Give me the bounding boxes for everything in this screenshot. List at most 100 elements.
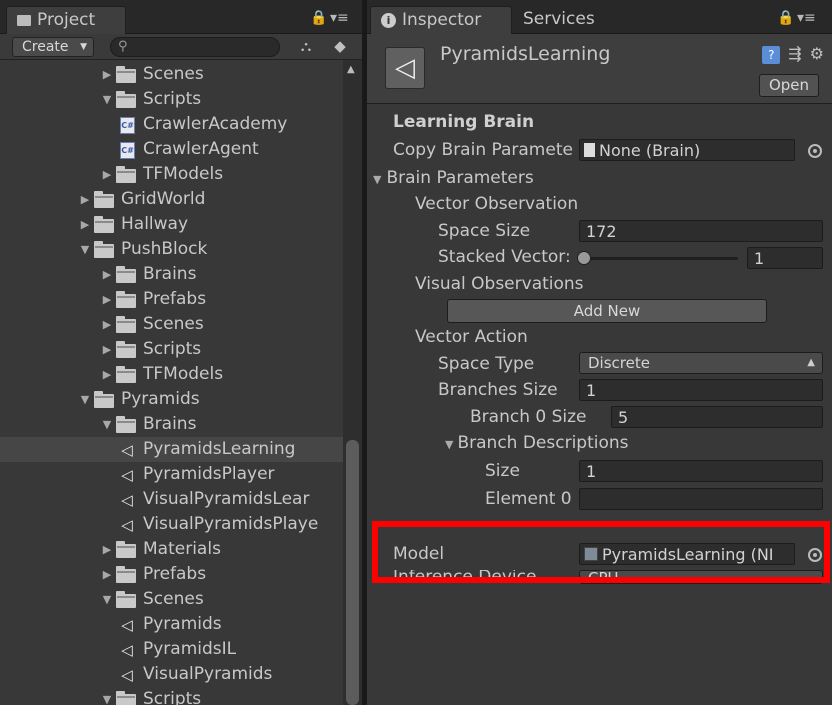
tree-folder[interactable]: ▼ Scripts [0,687,343,705]
panel-menu-icon[interactable]: ▾≡ [797,10,816,26]
stacked-vectors-slider-knob[interactable] [577,251,591,265]
foldout-open-icon[interactable]: ▼ [78,387,92,412]
unity-asset-icon: ◁ [121,441,133,459]
tree-folder[interactable]: ▼ Brains [0,412,343,437]
folder-icon [17,14,31,26]
gear-icon[interactable]: ⚙ [810,44,824,63]
foldout-closed-icon[interactable]: ▶ [100,337,114,362]
project-scrollbar[interactable]: ▲ [343,60,362,705]
folder-icon [116,366,136,383]
foldout-closed-icon[interactable]: ▶ [100,162,114,187]
folder-icon [94,241,114,258]
lock-icon[interactable]: 🔒 [310,10,327,26]
folder-icon [116,691,136,705]
tree-item-label: PyramidsLearning [143,439,296,459]
preset-icon[interactable]: ⇶ [788,44,801,63]
foldout-open-icon[interactable]: ▼ [100,687,114,705]
unity-asset-icon: ◁ [121,666,133,684]
branch-descriptions-foldout[interactable]: ▼ Branch Descriptions [445,431,629,456]
foldout-closed-icon[interactable]: ▶ [100,262,114,287]
foldout-closed-icon[interactable]: ▶ [78,212,92,237]
open-button[interactable]: Open [759,74,819,97]
tree-folder[interactable]: ▶ Materials [0,537,343,562]
foldout-closed-icon[interactable]: ▶ [100,562,114,587]
info-icon: i [381,12,396,28]
foldout-open-icon[interactable]: ▼ [100,412,114,437]
foldout-closed-icon[interactable]: ▶ [100,62,114,87]
lock-icon[interactable]: 🔒 [777,10,794,26]
panel-menu-icon[interactable]: ▾≡ [330,10,349,26]
foldout-closed-icon[interactable]: ▶ [78,187,92,212]
project-tabbar: Project 🔒 ▾≡ [0,0,362,34]
filter-by-label-icon[interactable]: ◆ [330,37,350,57]
brain-parameters-foldout[interactable]: ▼ Brain Parameters [373,166,534,191]
tab-services[interactable]: Services [513,6,605,34]
folder-icon [116,316,136,333]
tree-folder[interactable]: ▶ TFModels [0,362,343,387]
tree-folder[interactable]: ▼ Scripts [0,87,343,112]
tree-folder[interactable]: ▶ Scenes [0,62,343,87]
tab-inspector[interactable]: i Inspector [370,6,512,34]
tab-project[interactable]: Project [6,6,126,34]
tree-folder[interactable]: ▶ Hallway [0,212,343,237]
stacked-vectors-field[interactable]: 1 [747,247,823,269]
branch-descriptions-label: Branch Descriptions [457,433,629,453]
foldout-closed-icon[interactable]: ▶ [100,537,114,562]
filter-by-type-icon[interactable]: ⛬ [296,37,316,57]
space-type-dropdown[interactable]: Discrete ▲ [579,352,823,374]
object-picker-icon[interactable] [808,144,822,158]
search-input[interactable]: ⚲ [110,37,280,57]
element0-field[interactable] [579,488,823,510]
tree-item[interactable]: ◁ VisualPyramidsLear [0,487,343,512]
tree-item[interactable]: ◁ PyramidsLearning [0,437,343,462]
help-icon[interactable]: ? [762,46,781,64]
scroll-up-icon[interactable]: ▲ [347,64,355,75]
tree-folder[interactable]: ▶ Scripts [0,337,343,362]
tree-item[interactable]: ◁ PyramidsIL [0,637,343,662]
inspector-tabbar: i Inspector Services 🔒 ▾≡ [367,0,832,34]
foldout-closed-icon[interactable]: ▶ [100,312,114,337]
chevron-down-icon: ▼ [80,42,87,52]
tree-item-label: Brains [143,414,197,434]
branches-size-field[interactable]: 1 [579,379,823,401]
tree-item[interactable]: ◁ PyramidsPlayer [0,462,343,487]
space-size-field[interactable]: 172 [579,220,823,242]
folder-icon [94,191,114,208]
scrollbar-thumb[interactable] [346,440,359,705]
unity-asset-icon: ◁ [385,47,425,89]
tree-folder[interactable]: ▶ Brains [0,262,343,287]
branch0-size-field[interactable]: 5 [611,406,823,428]
foldout-open-icon: ▼ [373,173,382,186]
foldout-closed-icon[interactable]: ▶ [100,362,114,387]
add-new-button[interactable]: Add New [447,299,767,323]
tree-folder[interactable]: ▶ Prefabs [0,287,343,312]
foldout-open-icon[interactable]: ▼ [100,87,114,112]
tree-folder[interactable]: ▶ GridWorld [0,187,343,212]
copy-brain-value: None (Brain) [599,141,701,160]
size-field[interactable]: 1 [579,460,823,482]
foldout-closed-icon[interactable]: ▶ [100,287,114,312]
space-size-label: Space Size [438,221,531,241]
tree-folder[interactable]: ▼ PushBlock [0,237,343,262]
tree-folder[interactable]: ▼ Scenes [0,587,343,612]
unity-asset-icon: ◁ [121,516,133,534]
search-icon: ⚲ [118,39,128,54]
highlight-box [372,521,830,583]
tree-folder[interactable]: ▼ Pyramids [0,387,343,412]
copy-brain-field[interactable]: None (Brain) [579,139,795,161]
tree-item[interactable]: C# CrawlerAgent [0,137,343,162]
tree-item[interactable]: ◁ Pyramids [0,612,343,637]
create-button[interactable]: Create ▼ [12,37,94,57]
tree-folder[interactable]: ▶ TFModels [0,162,343,187]
folder-icon [116,91,136,108]
tree-folder[interactable]: ▶ Prefabs [0,562,343,587]
foldout-open-icon[interactable]: ▼ [78,237,92,262]
tree-item[interactable]: ◁ VisualPyramids [0,662,343,687]
create-button-label: Create [22,39,69,55]
tree-item[interactable]: C# CrawlerAcademy [0,112,343,137]
tree-folder[interactable]: ▶ Scenes [0,312,343,337]
foldout-open-icon[interactable]: ▼ [100,587,114,612]
tree-item[interactable]: ◁ VisualPyramidsPlaye [0,512,343,537]
folder-icon [116,266,136,283]
stacked-vectors-slider-track[interactable] [583,257,738,260]
